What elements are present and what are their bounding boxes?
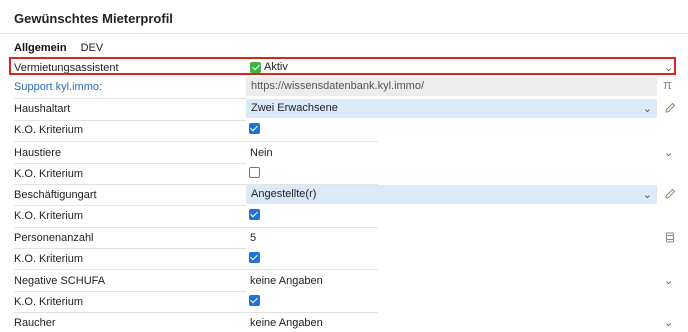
ko-label: K.O. Kriterium — [14, 210, 84, 222]
highlight-box — [9, 57, 676, 75]
pencil-icon[interactable] — [663, 187, 677, 201]
chevron-down-icon[interactable]: ⌄ — [664, 146, 673, 159]
trash-icon[interactable] — [663, 230, 677, 244]
field-label: Haushaltart — [14, 103, 71, 115]
haustiere-value[interactable]: Nein — [250, 147, 273, 159]
support-url-value: https://wissensdatenbank.kyl.immo/ — [251, 80, 425, 92]
beschaeftigungart-select[interactable]: Angestellte(r) ⌄ — [246, 185, 657, 204]
divider — [14, 269, 378, 270]
card-title: Gewünschtes Mieterprofil — [14, 11, 173, 26]
personenanzahl-input[interactable]: 5 — [250, 232, 256, 244]
beschaeftigungart-value: Angestellte(r) — [251, 188, 317, 200]
divider — [14, 141, 378, 142]
row-schufa-ko: K.O. Kriterium — [0, 292, 688, 312]
chevron-down-icon: ⌄ — [642, 103, 652, 115]
row-beschaeftigungart-ko: K.O. Kriterium — [0, 206, 688, 226]
chevron-down-icon: ⌄ — [642, 189, 652, 201]
field-label: Personenanzahl — [14, 232, 94, 244]
row-haustiere-ko: K.O. Kriterium — [0, 164, 688, 184]
pencil-icon[interactable] — [663, 101, 677, 115]
row-beschaeftigungart: Beschäftigungart Angestellte(r) ⌄ — [0, 185, 688, 205]
ko-label: K.O. Kriterium — [14, 124, 84, 136]
tab-allgemein[interactable]: Allgemein — [14, 42, 67, 54]
row-haustiere: Haustiere Nein ⌄ — [0, 143, 688, 163]
row-support: Support kyl.immo: https://wissensdatenba… — [0, 77, 688, 97]
ko-checkbox[interactable] — [249, 209, 260, 220]
ko-label: K.O. Kriterium — [14, 253, 84, 265]
schufa-value[interactable]: keine Angaben — [250, 275, 323, 287]
support-link[interactable]: Support kyl.immo: — [14, 81, 102, 93]
haushaltart-select[interactable]: Zwei Erwachsene ⌄ — [246, 99, 657, 118]
chevron-down-icon[interactable]: ⌄ — [664, 274, 673, 287]
row-raucher: Raucher keine Angaben ⌄ — [0, 313, 688, 332]
tab-bar: Allgemein DEV — [14, 42, 103, 54]
row-schufa: Negative SCHUFA keine Angaben ⌄ — [0, 271, 688, 291]
pi-icon[interactable]: π — [663, 77, 677, 92]
ko-checkbox[interactable] — [249, 167, 260, 178]
field-label: Raucher — [14, 317, 56, 329]
ko-label: K.O. Kriterium — [14, 168, 84, 180]
row-personenanzahl-ko: K.O. Kriterium — [0, 249, 688, 269]
row-personenanzahl: Personenanzahl 5 — [0, 228, 688, 248]
title-divider — [0, 33, 688, 34]
ko-checkbox[interactable] — [249, 123, 260, 134]
ko-checkbox[interactable] — [249, 295, 260, 306]
field-label: Negative SCHUFA — [14, 275, 106, 287]
row-haushaltart-ko: K.O. Kriterium — [0, 120, 688, 140]
ko-checkbox[interactable] — [249, 252, 260, 263]
chevron-down-icon[interactable]: ⌄ — [664, 316, 673, 329]
support-url-field[interactable]: https://wissensdatenbank.kyl.immo/ — [246, 77, 657, 96]
raucher-value[interactable]: keine Angaben — [250, 317, 323, 329]
field-label: Beschäftigungart — [14, 189, 97, 201]
haushaltart-value: Zwei Erwachsene — [251, 102, 338, 114]
ko-label: K.O. Kriterium — [14, 296, 84, 308]
tab-dev[interactable]: DEV — [81, 42, 104, 54]
field-label: Haustiere — [14, 147, 62, 159]
row-haushaltart: Haushaltart Zwei Erwachsene ⌄ — [0, 99, 688, 119]
